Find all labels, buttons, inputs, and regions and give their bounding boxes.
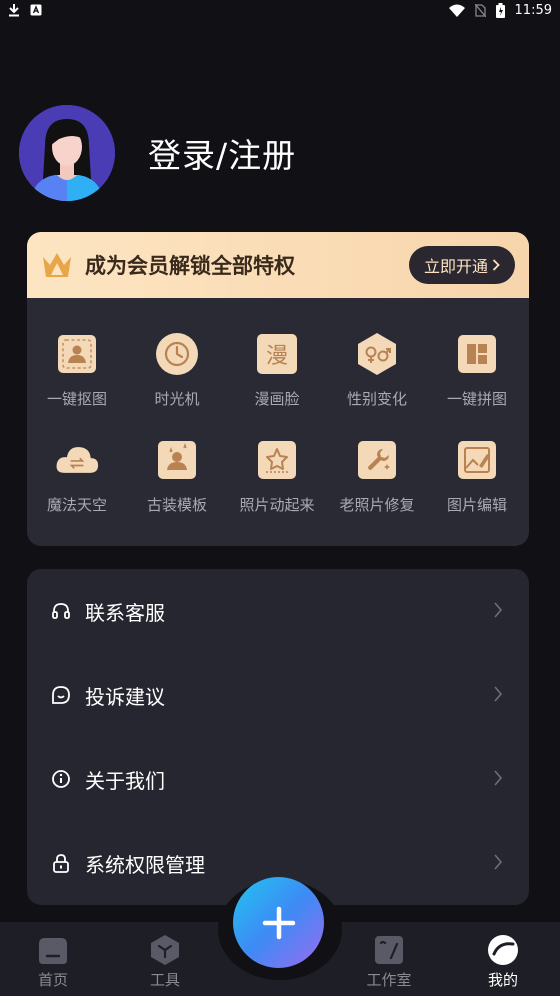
home-icon (37, 934, 69, 966)
battery-icon (495, 2, 505, 18)
avatar[interactable] (19, 105, 115, 201)
menu-item-about-us[interactable]: 关于我们 (27, 737, 529, 821)
comic-glyph: 漫 (265, 344, 288, 369)
tab-label: 我的 (487, 971, 518, 989)
studio-icon (373, 934, 405, 966)
tool-label: 图片编辑 (446, 496, 507, 514)
menu-item-label: 联系客服 (85, 600, 165, 625)
headset-icon (51, 601, 71, 621)
animate-photo-icon (255, 438, 299, 482)
chevron-right-icon (492, 259, 500, 271)
crown-icon (43, 253, 71, 277)
create-fab-button[interactable] (233, 877, 324, 968)
clock-time: 11:59 (514, 2, 552, 18)
costume-template-icon (155, 438, 199, 482)
tab-tools[interactable]: 工具 (120, 922, 210, 996)
image-edit-icon (455, 438, 499, 482)
profile-icon (487, 934, 519, 966)
gender-swap-icon (355, 332, 399, 376)
tools-cube-icon (149, 934, 181, 966)
chevron-right-icon (494, 854, 503, 870)
tool-costume-template[interactable]: 古装模板 (127, 438, 227, 544)
profile-header[interactable]: 登录/注册 (19, 105, 296, 201)
tool-image-edit[interactable]: 图片编辑 (427, 438, 527, 544)
menu-item-feedback[interactable]: 投诉建议 (27, 653, 529, 737)
wifi-icon (448, 4, 465, 17)
status-bar: 11:59 (0, 0, 560, 20)
open-vip-button-label: 立即开通 (423, 257, 488, 276)
repair-wrench-icon (355, 438, 399, 482)
tool-old-photo-repair[interactable]: 老照片修复 (327, 438, 427, 544)
chevron-right-icon (494, 602, 503, 618)
tool-collage[interactable]: 一键拼图 (427, 332, 527, 438)
tool-label: 老照片修复 (339, 496, 415, 514)
portrait-cutout-icon (55, 332, 99, 376)
tool-label: 照片动起来 (239, 496, 315, 514)
login-register-link[interactable]: 登录/注册 (148, 129, 296, 177)
tool-magic-sky[interactable]: 魔法天空 (27, 438, 127, 544)
tool-label: 性别变化 (346, 390, 407, 408)
tool-animate-photo[interactable]: 照片动起来 (227, 438, 327, 544)
vip-banner-text: 成为会员解锁全部特权 (85, 254, 295, 278)
open-vip-button[interactable]: 立即开通 (409, 246, 515, 284)
tool-portrait-cutout[interactable]: 一键抠图 (27, 332, 127, 438)
info-icon (51, 769, 71, 789)
tab-profile[interactable]: 我的 (458, 922, 548, 996)
tool-gender-swap[interactable]: 性别变化 (327, 332, 427, 438)
collage-icon (455, 332, 499, 376)
feedback-icon (51, 685, 71, 705)
lock-icon (51, 853, 71, 873)
plus-icon (262, 906, 295, 939)
tool-label: 漫画脸 (254, 390, 300, 408)
tool-label: 时光机 (154, 390, 200, 408)
app-notification-icon (30, 4, 42, 16)
no-sim-icon (474, 3, 486, 17)
menu-item-label: 系统权限管理 (85, 852, 205, 877)
tool-label: 一键拼图 (446, 390, 507, 408)
menu-item-label: 投诉建议 (85, 684, 165, 709)
tab-home[interactable]: 首页 (8, 922, 98, 996)
tab-label: 工具 (149, 971, 180, 989)
clock-icon (155, 332, 199, 376)
download-icon (9, 4, 19, 17)
tools-grid: 一键抠图 时光机 漫 漫画脸 性别变化 一键拼图 魔法天空 古装模板 照片动起来… (27, 298, 529, 544)
settings-menu: 联系客服 投诉建议 关于我们 系统权限管理 (27, 569, 529, 905)
tab-label: 首页 (37, 971, 68, 989)
chevron-right-icon (494, 686, 503, 702)
menu-item-contact-support[interactable]: 联系客服 (27, 569, 529, 653)
menu-item-label: 关于我们 (85, 768, 165, 793)
vip-tools-card: 成为会员解锁全部特权 立即开通 一键抠图 时光机 漫 漫画脸 性别变化 一键拼图… (27, 232, 529, 546)
vip-banner[interactable]: 成为会员解锁全部特权 立即开通 (27, 232, 529, 298)
tool-comic-face[interactable]: 漫 漫画脸 (227, 332, 327, 438)
tab-label: 工作室 (366, 971, 412, 989)
tool-label: 古装模板 (146, 496, 207, 514)
chevron-right-icon (494, 770, 503, 786)
comic-face-icon: 漫 (255, 332, 299, 376)
tool-time-machine[interactable]: 时光机 (127, 332, 227, 438)
tool-label: 一键抠图 (46, 390, 107, 408)
cloud-swap-icon (55, 438, 99, 482)
tab-studio[interactable]: 工作室 (344, 922, 434, 996)
tool-label: 魔法天空 (46, 496, 107, 514)
